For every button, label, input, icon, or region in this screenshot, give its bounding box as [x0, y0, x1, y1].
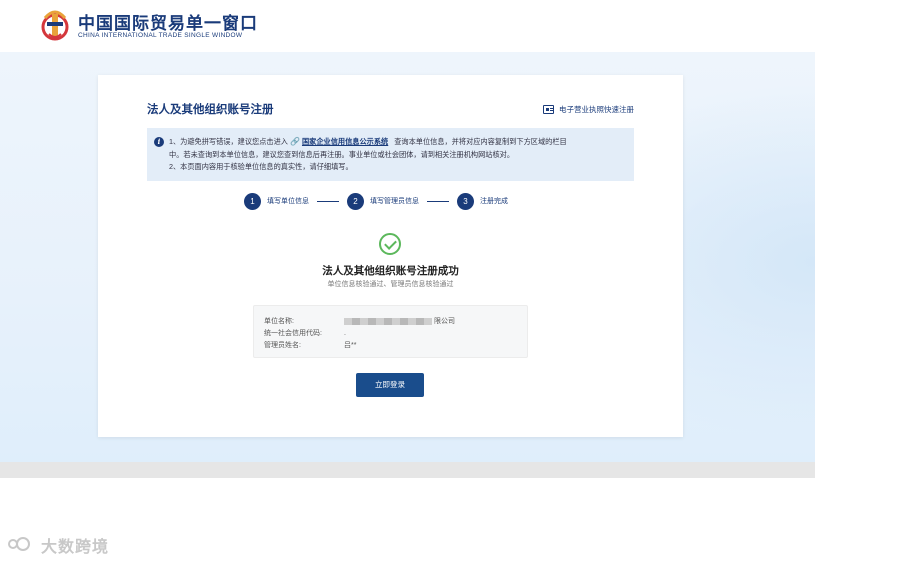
footer-bar [0, 462, 815, 478]
admin-name-value: 吕** [344, 342, 357, 349]
step-label: 填写管理员信息 [370, 198, 419, 205]
registration-card: 法人及其他组织账号注册 电子营业执照快速注册 i 1、为避免拼写错误，建议您点击… [98, 75, 683, 437]
credit-code-label: 统一社会信用代码: [264, 330, 322, 337]
watermark-text: 大数跨境 [41, 539, 110, 556]
brand-name-en: CHINA INTERNATIONAL TRADE SINGLE WINDOW [78, 32, 243, 39]
info-row-admin-name: 管理员姓名: 吕** [264, 339, 527, 351]
step-number: 1 [244, 192, 261, 210]
step-3: 3 注册完成 [457, 192, 508, 210]
page-root: 中国国际贸易单一窗口 CHINA INTERNATIONAL TRADE SIN… [0, 0, 900, 563]
credit-system-link[interactable]: 国家企业信用信息公示系统 [302, 137, 388, 146]
notice-line-1: 1、为避免拼写错误，建议您点击进入 🔗 国家企业信用信息公示系统 查询本单位信息… [169, 137, 567, 146]
credit-code-value: . [344, 329, 346, 337]
unit-name-label: 单位名称: [264, 318, 294, 325]
unit-name-value: 限公司 [344, 316, 455, 326]
login-now-button[interactable]: 立即登录 [356, 373, 424, 397]
progress-steps: 1 填写单位信息 2 填写管理员信息 3 注册完成 [244, 192, 508, 210]
page-title: 法人及其他组织账号注册 [147, 104, 274, 116]
business-license-icon [543, 105, 554, 114]
step-label: 填写单位信息 [267, 198, 309, 205]
success-check-icon [379, 233, 401, 255]
notice-line-2: 中。若未查询到本单位信息，建议您查到信息后再注册。事业单位或社会团体，请到相关注… [169, 149, 515, 159]
notice-box: i 1、为避免拼写错误，建议您点击进入 🔗 国家企业信用信息公示系统 查询本单位… [147, 128, 634, 181]
success-title: 法人及其他组织账号注册成功 [322, 265, 459, 277]
registration-info-box: 单位名称: 限公司 统一社会信用代码: . 管理员姓名: 吕** [253, 305, 528, 358]
step-connector [427, 200, 449, 202]
info-row-credit-code: 统一社会信用代码: . [264, 327, 527, 339]
step-1: 1 填写单位信息 [244, 192, 309, 210]
success-subtitle: 单位信息核验通过、管理员信息核验通过 [327, 281, 454, 288]
step-number: 3 [457, 192, 474, 210]
e-license-quick-register-link[interactable]: 电子营业执照快速注册 [543, 104, 634, 115]
watermark-logo-icon [8, 537, 36, 553]
step-connector [317, 200, 339, 202]
watermark: 大数跨境 [8, 533, 109, 557]
link-icon: 🔗 [290, 137, 300, 146]
step-label: 注册完成 [480, 198, 508, 205]
site-header: 中国国际贸易单一窗口 CHINA INTERNATIONAL TRADE SIN… [0, 0, 815, 52]
redacted-mask [344, 317, 432, 325]
step-2: 2 填写管理员信息 [347, 192, 419, 210]
notice-line-3: 2、本页面内容用于核验单位信息的真实性，请仔细填写。 [169, 162, 353, 171]
brand-name-cn: 中国国际贸易单一窗口 [78, 14, 258, 33]
single-window-logo-icon[interactable] [40, 6, 70, 42]
quick-register-label: 电子营业执照快速注册 [559, 105, 634, 114]
admin-name-label: 管理员姓名: [264, 342, 301, 349]
step-number: 2 [347, 192, 364, 210]
info-row-unit-name: 单位名称: 限公司 [264, 315, 527, 327]
info-icon: i [154, 137, 164, 147]
